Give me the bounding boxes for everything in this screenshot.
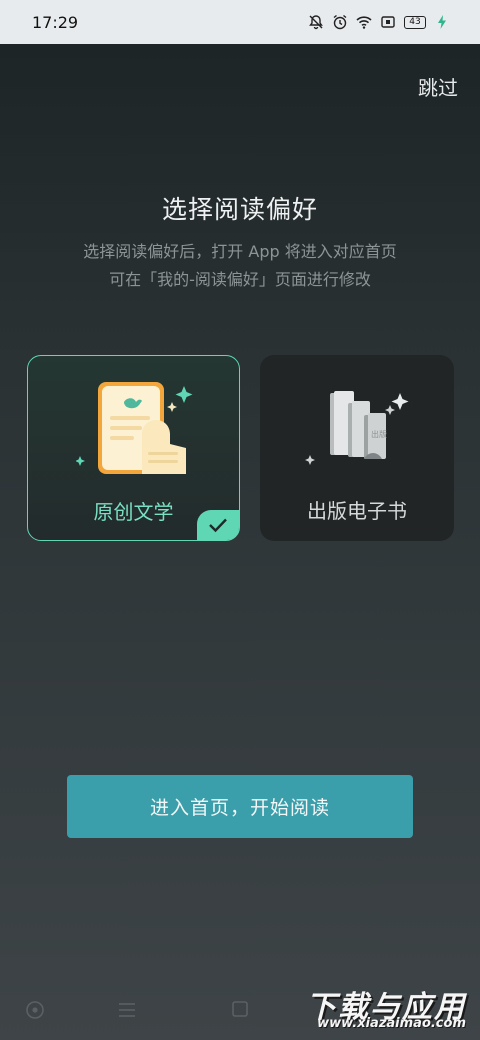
subtitle-line-1: 选择阅读偏好后，打开 App 将进入对应首页 xyxy=(83,242,397,261)
alarm-icon xyxy=(333,14,347,30)
status-icons: 43 xyxy=(308,14,450,30)
status-bar: 17:29 43 xyxy=(0,0,480,44)
square-icon[interactable] xyxy=(231,1000,249,1018)
home-circle-icon[interactable] xyxy=(25,1000,45,1020)
selected-badge xyxy=(197,510,239,540)
svg-text:出版: 出版 xyxy=(371,429,387,439)
battery-level: 43 xyxy=(409,16,421,27)
option-card-original-literature[interactable]: 原创文学 xyxy=(27,355,240,541)
nfc-icon xyxy=(381,16,395,28)
watermark-url: www.xiazaimao.com xyxy=(317,1016,466,1031)
charging-icon xyxy=(438,15,446,29)
subtitle-line-2: 可在「我的-阅读偏好」页面进行修改 xyxy=(109,270,371,289)
checkmark-icon xyxy=(209,518,227,533)
skip-button[interactable]: 跳过 xyxy=(418,72,458,101)
page-title: 选择阅读偏好 xyxy=(161,195,318,224)
option-label-published-ebook: 出版电子书 xyxy=(307,499,407,523)
battery-icon: 43 xyxy=(404,15,426,29)
menu-lines-icon[interactable] xyxy=(117,1000,137,1020)
watermark: 下载与应用 www.xiazaimao.com xyxy=(282,982,472,1036)
option-card-published-ebook[interactable]: 出版 出版电子书 xyxy=(260,355,454,541)
original-literature-icon xyxy=(76,382,193,474)
mute-bell-icon xyxy=(309,15,323,30)
published-ebook-icon: 出版 xyxy=(305,391,409,465)
status-time: 17:29 xyxy=(32,12,79,32)
wifi-icon xyxy=(356,16,372,29)
enter-home-button[interactable]: 进入首页，开始阅读 xyxy=(67,775,413,838)
